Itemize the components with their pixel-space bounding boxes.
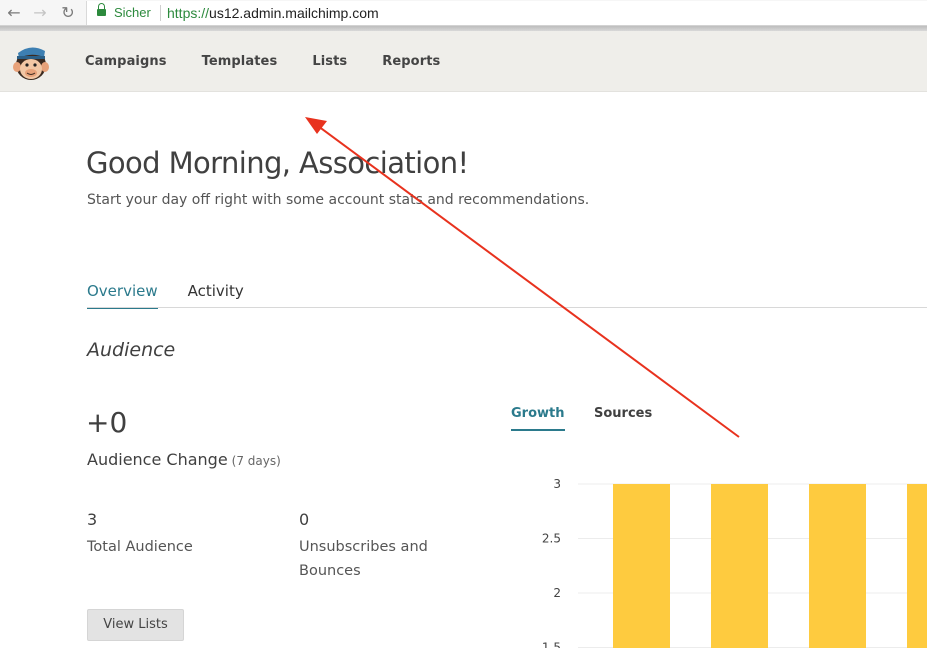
annotation-arrow-icon bbox=[305, 117, 740, 438]
